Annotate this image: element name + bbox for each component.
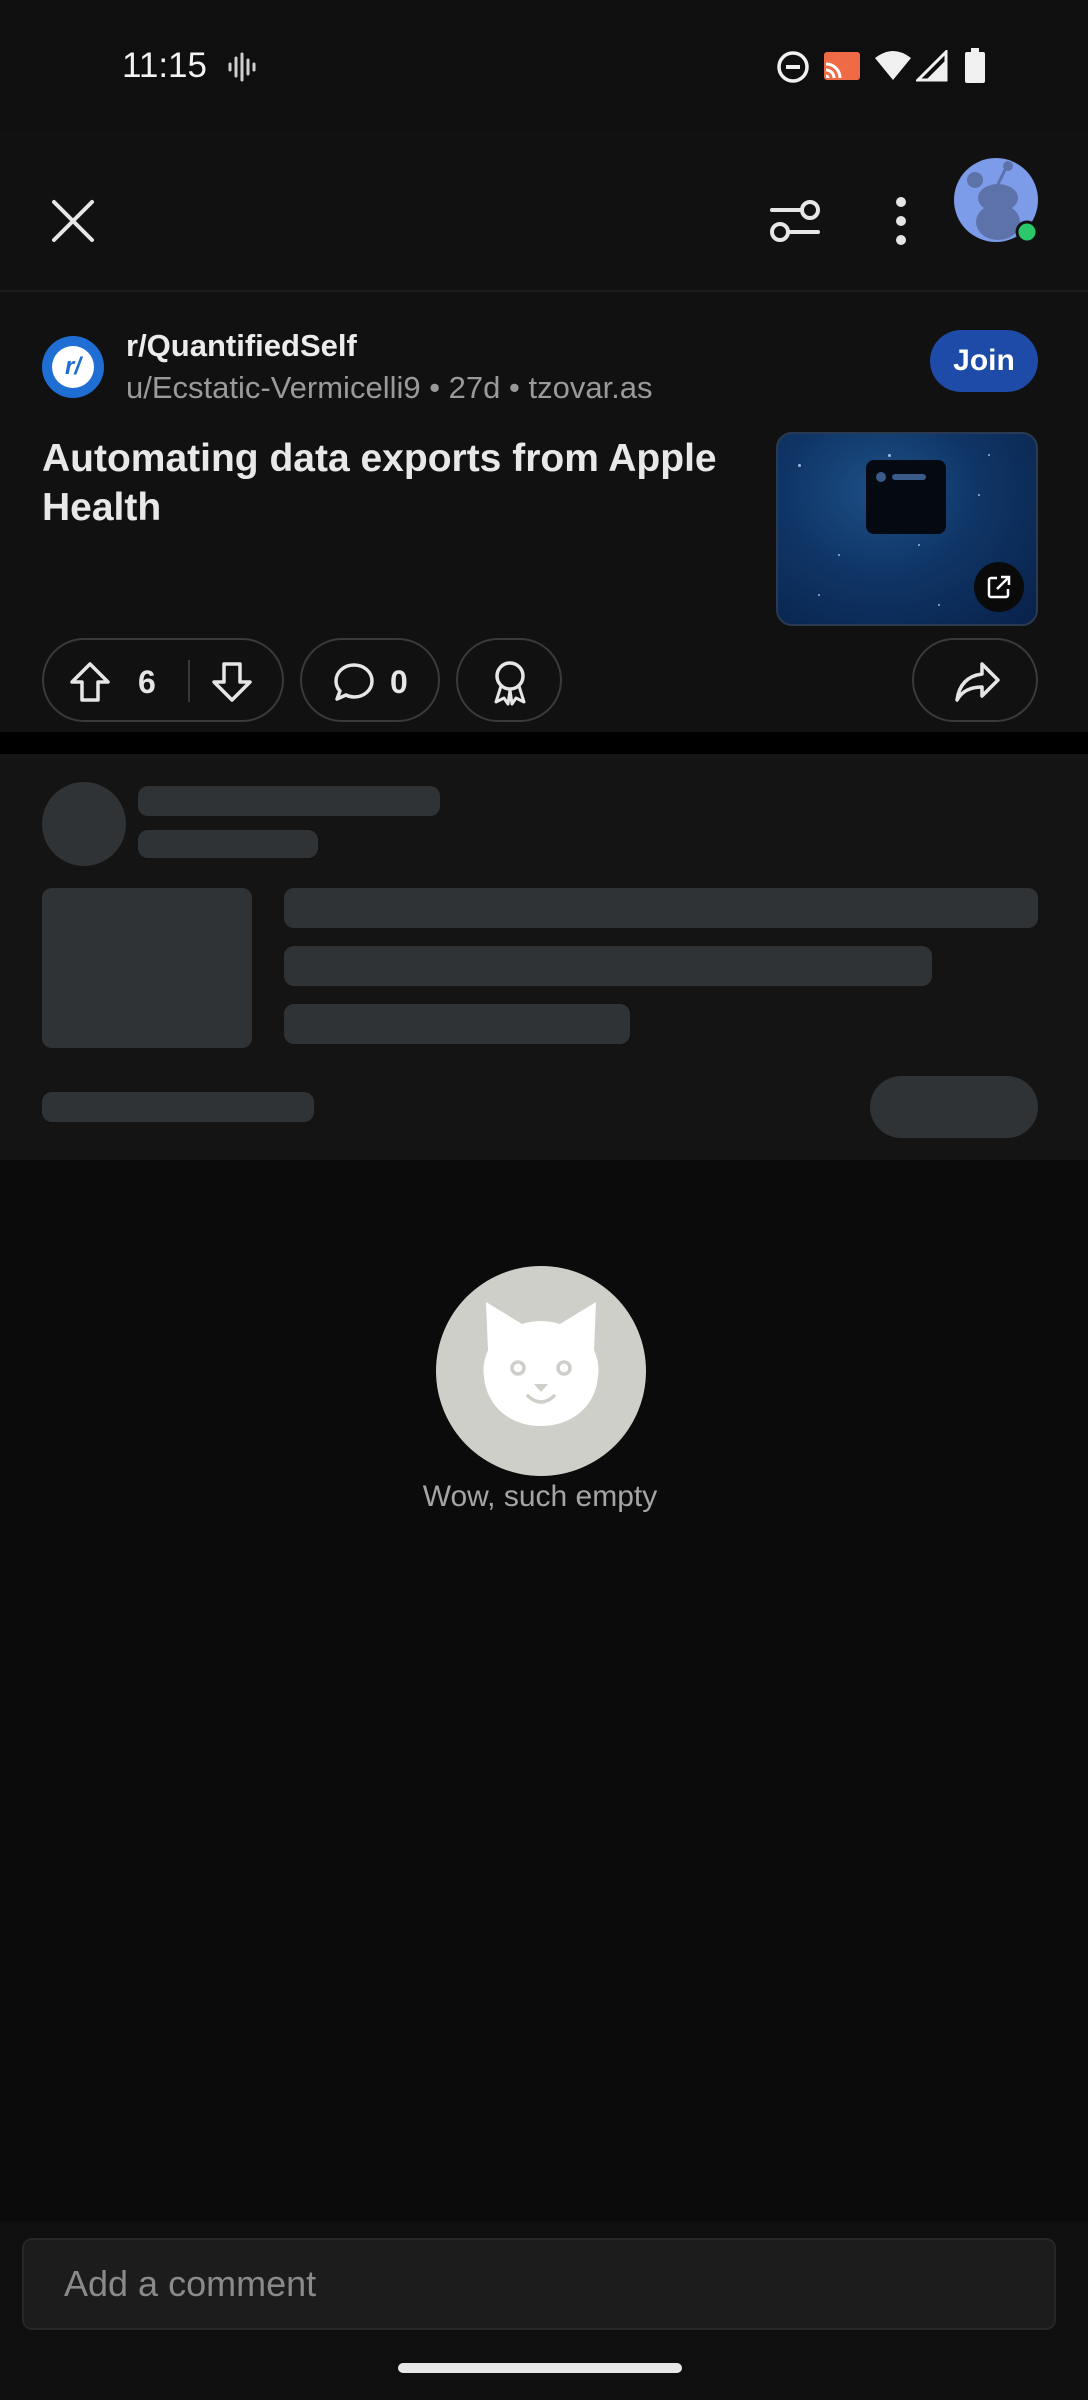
app-bar <box>0 130 1088 290</box>
section-separator <box>0 732 1088 754</box>
award-icon <box>494 661 526 706</box>
post-title[interactable]: Automating data exports from Apple Healt… <box>42 434 752 532</box>
skeleton-thumbnail <box>42 888 252 1048</box>
online-status-dot <box>1015 220 1039 244</box>
link-thumbnail[interactable] <box>776 432 1038 626</box>
share-button[interactable] <box>912 638 1038 722</box>
status-bar: 11:15 <box>0 0 1088 130</box>
home-indicator[interactable] <box>398 2363 682 2373</box>
share-icon <box>955 662 1000 702</box>
skeleton-button <box>870 1076 1038 1138</box>
empty-state-text: Wow, such empty <box>422 1480 658 1513</box>
battery-icon <box>965 48 985 83</box>
loading-skeleton <box>0 754 1088 1160</box>
empty-state-illustration <box>436 1266 646 1476</box>
post-meta[interactable]: u/Ecstatic-Vermicelli9 • 27d • tzovar.as <box>126 370 653 406</box>
skeleton-line <box>42 1092 314 1122</box>
cellular-signal-icon <box>916 50 948 82</box>
cast-icon <box>824 52 860 80</box>
subreddit-icon-text: r/ <box>52 346 94 388</box>
skeleton-line <box>284 888 1038 928</box>
comments-button[interactable]: 0 <box>300 638 440 722</box>
vote-control: 6 <box>42 638 284 722</box>
skeleton-avatar <box>42 782 126 866</box>
close-icon[interactable] <box>44 192 102 250</box>
upvote-count: 6 <box>138 664 156 700</box>
vote-divider <box>188 660 190 702</box>
skeleton-line <box>138 830 318 858</box>
wifi-icon <box>875 51 911 80</box>
skeleton-line <box>284 1004 630 1044</box>
external-link-icon[interactable] <box>974 562 1024 612</box>
status-time: 11:15 <box>122 46 207 85</box>
downvote-icon[interactable] <box>210 660 254 704</box>
voice-activity-icon <box>228 52 256 82</box>
join-button[interactable]: Join <box>930 330 1038 392</box>
comment-input-container[interactable] <box>22 2238 1056 2330</box>
cat-icon <box>483 1302 599 1426</box>
skeleton-line <box>138 786 440 816</box>
comment-count: 0 <box>390 664 408 700</box>
skeleton-line <box>284 946 932 986</box>
subreddit-icon[interactable]: r/ <box>42 336 104 398</box>
filter-icon[interactable] <box>766 192 824 250</box>
subreddit-name[interactable]: r/QuantifiedSelf <box>126 328 357 364</box>
award-button[interactable] <box>456 638 562 722</box>
more-options-icon[interactable] <box>880 192 922 250</box>
upvote-icon[interactable] <box>68 660 112 704</box>
comment-icon <box>334 663 374 701</box>
do-not-disturb-icon <box>777 51 809 83</box>
comment-input[interactable] <box>24 2240 1054 2328</box>
thumbnail-app-window <box>866 460 946 534</box>
user-avatar[interactable] <box>950 154 1046 250</box>
